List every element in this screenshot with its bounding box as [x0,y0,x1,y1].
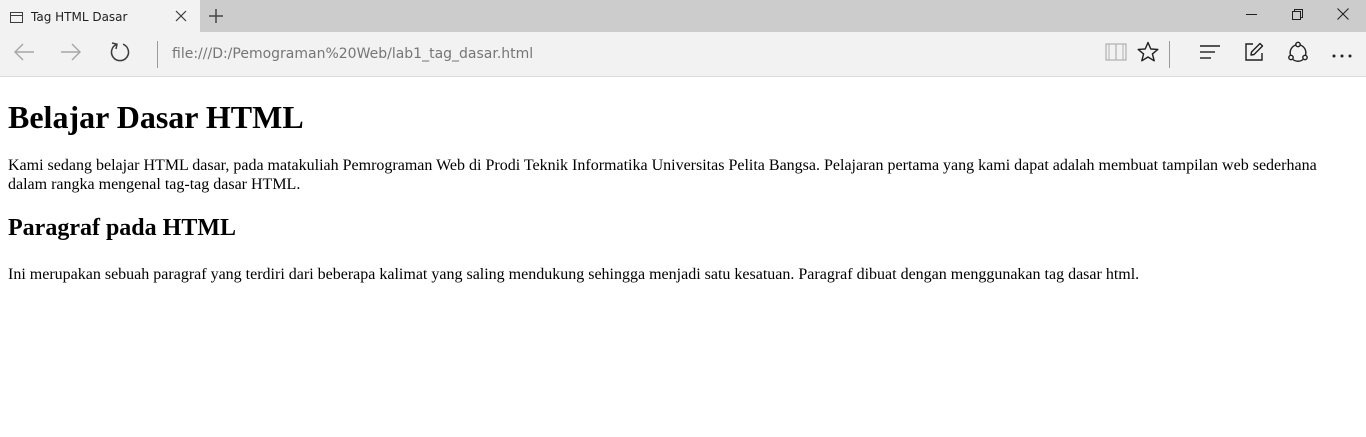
page-heading: Belajar Dasar HTML [8,99,304,135]
more-icon [1332,46,1352,64]
section-heading: Paragraf pada HTML [8,215,236,241]
address-bar[interactable] [166,41,1086,68]
hub-button[interactable] [1190,32,1230,77]
close-tab-icon[interactable] [174,9,188,23]
refresh-button[interactable] [98,32,142,77]
web-note-icon [1244,42,1264,67]
page-content: Belajar Dasar HTML Kami sedang belajar H… [0,78,1366,437]
close-window-button[interactable] [1320,0,1366,32]
back-button[interactable] [2,32,46,77]
address-separator [157,41,158,68]
reading-view-icon [1105,43,1127,66]
tab-title: Tag HTML Dasar [31,10,128,24]
refresh-icon [109,41,131,68]
favorite-button[interactable] [1128,32,1168,77]
share-button[interactable] [1278,32,1318,77]
forward-arrow-icon [60,43,82,66]
new-tab-icon[interactable] [207,7,225,25]
more-button[interactable] [1322,32,1362,77]
hub-icon [1199,44,1221,65]
toolbar-separator [1169,41,1170,68]
forward-button[interactable] [49,32,93,77]
minimize-icon [1245,7,1257,25]
restore-icon [1291,7,1303,25]
intro-paragraph: Kami sedang belajar HTML dasar, pada mat… [8,157,1317,193]
title-bar: Tag HTML Dasar [0,0,1366,32]
page-icon [10,10,23,23]
web-note-button[interactable] [1234,32,1274,77]
section-paragraph: Ini merupakan sebuah paragraf yang terdi… [8,266,1140,283]
close-icon [1337,7,1349,25]
share-icon [1287,41,1309,68]
browser-tab[interactable]: Tag HTML Dasar [0,0,200,32]
favorite-star-icon [1137,41,1159,68]
back-arrow-icon [13,43,35,66]
minimize-button[interactable] [1228,0,1274,32]
restore-button[interactable] [1274,0,1320,32]
browser-toolbar [0,32,1366,77]
